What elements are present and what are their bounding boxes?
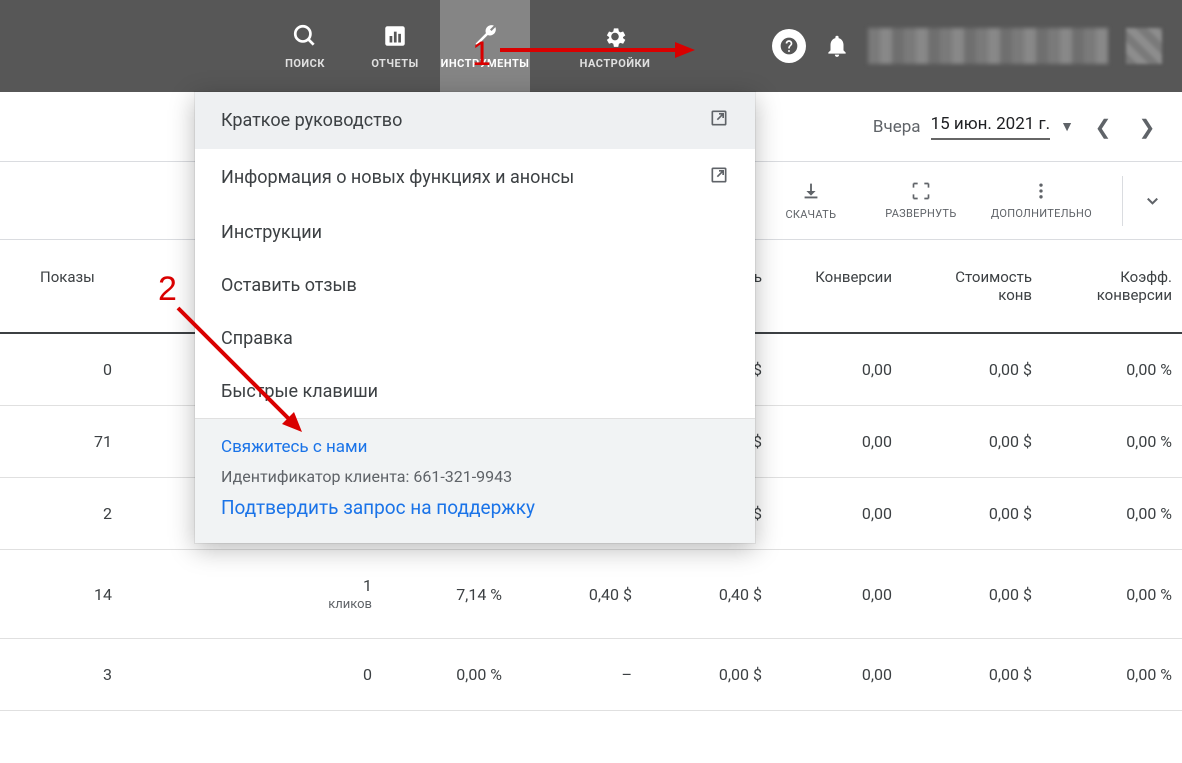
- download-label: СКАЧАТЬ: [785, 208, 836, 221]
- external-link-icon: [709, 165, 729, 190]
- table-cell: 0,00 %: [1050, 550, 1182, 639]
- search-icon: [292, 23, 318, 49]
- table-cell: 0,00: [780, 550, 910, 639]
- help-item-shortcuts[interactable]: Быстрые клавиши: [195, 365, 755, 418]
- table-cell: 0,00 %: [1050, 406, 1182, 478]
- table-row[interactable]: 300,00 %–0,00 $0,000,00 $0,00 %: [0, 639, 1182, 711]
- help-icon: [779, 36, 799, 56]
- chevron-down-icon: [1143, 190, 1162, 212]
- help-confirm-request-link[interactable]: Подтвердить запрос на поддержку: [221, 496, 729, 519]
- gear-icon: [602, 23, 628, 49]
- table-cell: 14: [0, 550, 130, 639]
- table-cell: 3: [0, 639, 130, 711]
- table-cell: 0,00 $: [910, 639, 1050, 711]
- th-conv-rate[interactable]: Коэфф. конверсии: [1050, 240, 1182, 333]
- th-conversions[interactable]: Конверсии: [780, 240, 910, 333]
- table-cell: 7,14 %: [390, 550, 520, 639]
- th-cost-conv[interactable]: Стоимость конв: [910, 240, 1050, 333]
- date-range-selector[interactable]: Вчера 15 июн. 2021 г. ▼: [873, 114, 1074, 140]
- more-label: ДОПОЛНИТЕЛЬНО: [991, 207, 1092, 220]
- table-cell: 0,00: [780, 333, 910, 406]
- table-cell: 0,00: [780, 639, 910, 711]
- table-cell: 2: [0, 478, 130, 550]
- table-cell: 0: [0, 333, 130, 406]
- bar-chart-icon: [382, 23, 408, 49]
- help-item-quick-guide[interactable]: Краткое руководство: [195, 92, 755, 149]
- table-cell: 0,00 $: [910, 550, 1050, 639]
- table-cell: 0,00 %: [1050, 478, 1182, 550]
- expand-icon: [911, 181, 931, 201]
- table-cell: 71: [0, 406, 130, 478]
- nav-search[interactable]: ПОИСК: [260, 0, 350, 92]
- help-popover: Краткое руководство Информация о новых ф…: [195, 92, 755, 543]
- nav-settings[interactable]: НАСТРОЙКИ: [570, 0, 660, 92]
- help-item-instructions[interactable]: Инструкции: [195, 206, 755, 259]
- bell-icon[interactable]: [824, 33, 850, 59]
- help-item-feedback[interactable]: Оставить отзыв: [195, 259, 755, 312]
- help-footer: Свяжитесь с нами Идентификатор клиента: …: [195, 418, 755, 543]
- download-icon: [800, 180, 822, 202]
- table-cell: 0,40 $: [520, 550, 650, 639]
- panel-collapse-button[interactable]: [1122, 176, 1162, 226]
- help-client-id: Идентификатор клиента: 661-321-9943: [221, 467, 729, 486]
- help-item-label: Оставить отзыв: [221, 275, 357, 296]
- external-link-icon: [709, 108, 729, 133]
- table-cell: 1кликов: [130, 550, 390, 639]
- table-cell: 0,00 $: [650, 639, 780, 711]
- nav-reports-label: ОТЧЕТЫ: [371, 57, 418, 70]
- date-prev-button[interactable]: ❮: [1088, 115, 1118, 139]
- more-vert-icon: [1031, 181, 1051, 201]
- help-item-help[interactable]: Справка: [195, 312, 755, 365]
- help-button[interactable]: [772, 29, 806, 63]
- table-cell: 0,00 $: [910, 333, 1050, 406]
- help-item-label: Инструкции: [221, 222, 322, 243]
- table-cell: 0,40 $: [650, 550, 780, 639]
- help-item-label: Информация о новых функциях и анонсы: [221, 167, 574, 188]
- nav-tools[interactable]: ИНСТРУМЕНТЫ: [440, 0, 530, 92]
- table-cell: 0,00 $: [910, 406, 1050, 478]
- download-button[interactable]: СКАЧАТЬ: [771, 180, 851, 221]
- table-cell: –: [520, 639, 650, 711]
- help-item-label: Быстрые клавиши: [221, 381, 378, 402]
- date-label: Вчера: [873, 117, 921, 137]
- topbar: ПОИСК ОТЧЕТЫ ИНСТРУМЕНТЫ НАСТРОЙКИ: [0, 0, 1182, 92]
- table-cell: 0,00 %: [1050, 333, 1182, 406]
- wrench-icon: [472, 23, 498, 49]
- nav-settings-label: НАСТРОЙКИ: [580, 57, 651, 70]
- chevron-down-icon: ▼: [1060, 118, 1074, 135]
- help-item-label: Краткое руководство: [221, 110, 402, 131]
- table-row[interactable]: 141кликов7,14 %0,40 $0,40 $0,000,00 $0,0…: [0, 550, 1182, 639]
- table-cell: 0,00: [780, 406, 910, 478]
- table-cell: 0,00 %: [390, 639, 520, 711]
- avatar-blurred[interactable]: [1126, 28, 1162, 64]
- expand-label: РАЗВЕРНУТЬ: [885, 207, 956, 220]
- table-cell: 0,00 %: [1050, 639, 1182, 711]
- more-button[interactable]: ДОПОЛНИТЕЛЬНО: [991, 181, 1092, 220]
- help-item-label: Справка: [221, 328, 293, 349]
- help-contact-link[interactable]: Свяжитесь с нами: [221, 437, 729, 457]
- help-item-whats-new[interactable]: Информация о новых функциях и анонсы: [195, 149, 755, 206]
- date-value: 15 июн. 2021 г.: [931, 114, 1051, 140]
- nav-reports[interactable]: ОТЧЕТЫ: [350, 0, 440, 92]
- expand-button[interactable]: РАЗВЕРНУТЬ: [881, 181, 961, 220]
- table-cell: 0,00 $: [910, 478, 1050, 550]
- cell-sublabel: кликов: [148, 597, 372, 612]
- nav-tools-label: ИНСТРУМЕНТЫ: [441, 57, 530, 70]
- account-text-blurred: [868, 28, 1108, 64]
- topbar-right: [772, 0, 1162, 92]
- date-next-button[interactable]: ❯: [1132, 115, 1162, 139]
- table-cell: 0: [130, 639, 390, 711]
- nav-search-label: ПОИСК: [285, 57, 325, 70]
- th-impressions[interactable]: Показы: [0, 240, 130, 333]
- table-cell: 0,00: [780, 478, 910, 550]
